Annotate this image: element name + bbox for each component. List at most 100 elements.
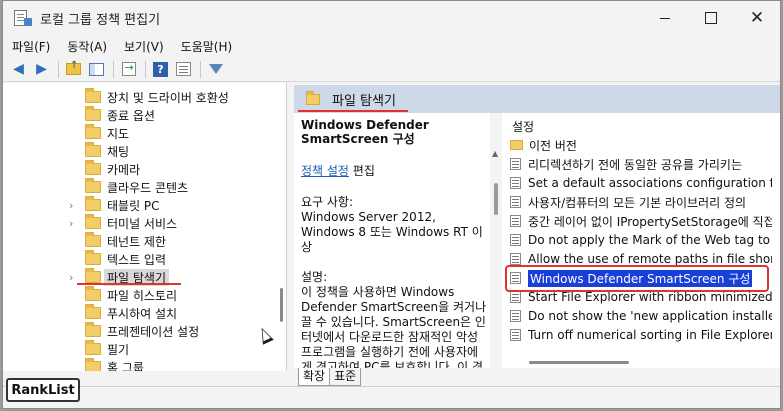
folder-icon bbox=[85, 124, 101, 139]
up-folder-icon bbox=[66, 60, 81, 75]
tree-item-label: 태블릿 PC bbox=[107, 198, 160, 213]
folder-icon bbox=[85, 322, 101, 337]
tree-item[interactable]: 클라우드 콘텐츠 bbox=[3, 178, 277, 196]
toolbar-separator bbox=[58, 60, 59, 78]
up-one-level-button[interactable] bbox=[64, 60, 83, 79]
export-list-button[interactable] bbox=[119, 60, 138, 79]
tree-item-label: 테넌트 제한 bbox=[107, 234, 167, 249]
folder-icon bbox=[85, 196, 101, 211]
show-hide-tree-button[interactable] bbox=[87, 60, 106, 79]
tab-extended[interactable]: 확장 bbox=[298, 368, 331, 386]
folder-icon bbox=[85, 142, 101, 157]
tree-item-label: 카메라 bbox=[107, 162, 141, 177]
folder-icon bbox=[85, 286, 101, 301]
filter-icon bbox=[208, 64, 223, 74]
folder-icon bbox=[510, 140, 523, 150]
help-button[interactable]: ? bbox=[151, 60, 170, 79]
settings-column-header[interactable]: 설정 bbox=[512, 118, 534, 135]
scroll-up-icon[interactable]: ▲ bbox=[492, 149, 498, 158]
tree-item[interactable]: 파일 히스토리 bbox=[3, 286, 277, 304]
scrollbar-thumb[interactable] bbox=[280, 288, 283, 322]
filter-button[interactable] bbox=[206, 60, 225, 79]
view-tabs: 확장 표준 bbox=[298, 368, 362, 386]
right-pane-title: 파일 탐색기 bbox=[332, 93, 396, 109]
policy-setting-icon bbox=[510, 158, 521, 170]
list-item[interactable]: 사용자/컴퓨터의 모든 기본 라이브러리 정의 bbox=[510, 193, 772, 211]
tree-item-label: 지도 bbox=[107, 126, 130, 141]
policy-setting-icon bbox=[510, 215, 521, 227]
properties-icon bbox=[176, 62, 191, 76]
tree-item[interactable]: › 태블릿 PC bbox=[3, 196, 277, 214]
folder-icon bbox=[85, 304, 101, 319]
chevron-right-icon[interactable]: › bbox=[69, 199, 73, 212]
back-arrow-icon: ◀ bbox=[13, 61, 24, 77]
tree-item-label: 채팅 bbox=[107, 144, 130, 159]
window-title: 로컬 그룹 정책 편집기 bbox=[40, 12, 161, 28]
menu-action[interactable]: 동작(A) bbox=[67, 38, 107, 55]
tree-item[interactable]: › 터미널 서비스 bbox=[3, 214, 277, 232]
tab-standard[interactable]: 표준 bbox=[329, 368, 362, 386]
chevron-right-icon[interactable]: › bbox=[69, 217, 73, 230]
title-bar[interactable]: 로컬 그룹 정책 편집기 ✕ bbox=[3, 1, 780, 35]
policy-setting-icon bbox=[510, 234, 521, 246]
group-policy-editor-icon bbox=[12, 10, 32, 26]
forward-button[interactable]: ▶ bbox=[32, 60, 51, 79]
tree-scrollbar[interactable] bbox=[277, 83, 286, 371]
policy-setting-icon bbox=[510, 329, 521, 341]
scrollbar-thumb[interactable] bbox=[494, 183, 498, 215]
help-icon: ? bbox=[153, 61, 168, 77]
close-button[interactable]: ✕ bbox=[734, 1, 780, 35]
edit-policy-link[interactable]: 정책 설정 bbox=[301, 164, 349, 178]
menu-bar: 파일(F) 동작(A) 보기(V) 도움말(H) bbox=[3, 35, 780, 57]
list-item[interactable]: Set a default associations configuration… bbox=[510, 174, 772, 192]
tree-item[interactable]: 테넌트 제한 bbox=[3, 232, 277, 250]
forward-arrow-icon: ▶ bbox=[36, 61, 47, 77]
tree-item[interactable]: 장치 및 드라이버 호환성 bbox=[3, 88, 277, 106]
requirements-label: 요구 사항: bbox=[301, 195, 354, 209]
tree-item-label: 푸시하여 설치 bbox=[107, 306, 178, 321]
description-block: 설명: 이 정책을 사용하면 Windows Defender SmartScr… bbox=[301, 270, 489, 368]
maximize-button[interactable] bbox=[688, 1, 734, 35]
back-button[interactable]: ◀ bbox=[9, 60, 28, 79]
settings-list-pane: 설정 이전 버전 리디렉션하기 전에 동일한 공유를 가리키는 Set a de… bbox=[502, 113, 780, 368]
tree-item-label: 클라우드 콘텐츠 bbox=[107, 180, 189, 195]
list-item-label: Start File Explorer with ribbon minimize… bbox=[528, 290, 772, 304]
tree-item[interactable]: 푸시하여 설치 bbox=[3, 304, 277, 322]
list-item[interactable]: 이전 버전 bbox=[510, 136, 772, 154]
folder-icon bbox=[85, 268, 101, 283]
requirements-text: Windows Server 2012, Windows 8 또는 Window… bbox=[301, 210, 483, 254]
window-controls: ✕ bbox=[642, 1, 780, 35]
minimize-button[interactable] bbox=[642, 1, 688, 35]
tree-item-label: 필기 bbox=[107, 342, 130, 357]
edit-suffix: 편집 bbox=[348, 164, 375, 178]
tree-item[interactable]: 홈 그룹 bbox=[3, 358, 277, 371]
menu-view[interactable]: 보기(V) bbox=[124, 38, 164, 55]
tree-item[interactable]: 채팅 bbox=[3, 142, 277, 160]
tree-item[interactable]: 지도 bbox=[3, 124, 277, 142]
description-pane: Windows Defender SmartScreen 구성 정책 설정 편집… bbox=[294, 113, 502, 368]
list-horizontal-scrollbar[interactable] bbox=[509, 358, 779, 366]
tree-item-label: 터미널 서비스 bbox=[107, 216, 178, 231]
tree-item[interactable]: 텍스트 입력 bbox=[3, 250, 277, 268]
tree-pane[interactable]: 장치 및 드라이버 호환성 종료 옵션 지도 채팅 카메라 클라우드 콘텐츠 ›… bbox=[3, 83, 287, 371]
description-scrollbar[interactable]: ▲ bbox=[490, 113, 502, 368]
list-item[interactable]: Do not apply the Mark of the Web tag to … bbox=[510, 231, 772, 249]
tree-item[interactable]: 카메라 bbox=[3, 160, 277, 178]
ranklist-label: RankList bbox=[6, 378, 80, 402]
folder-icon bbox=[85, 178, 101, 193]
chevron-right-icon[interactable]: › bbox=[69, 271, 73, 284]
folder-icon bbox=[85, 358, 101, 371]
tree-item[interactable]: 프레젠테이션 설정 bbox=[3, 322, 277, 340]
list-item[interactable]: 리디렉션하기 전에 동일한 공유를 가리키는 bbox=[510, 155, 772, 173]
menu-help[interactable]: 도움말(H) bbox=[181, 38, 233, 55]
tree-item[interactable]: 필기 bbox=[3, 340, 277, 358]
properties-button[interactable] bbox=[174, 60, 193, 79]
list-item[interactable]: Do not show the 'new application install… bbox=[510, 307, 772, 325]
list-item[interactable]: 중간 레이어 없이 IPropertySetStorage에 직접 bbox=[510, 212, 772, 230]
tree-item-label: 텍스트 입력 bbox=[107, 252, 167, 267]
tree-item[interactable]: 종료 옵션 bbox=[3, 106, 277, 124]
scrollbar-thumb[interactable] bbox=[529, 361, 629, 364]
list-item[interactable]: Turn off numerical sorting in File Explo… bbox=[510, 326, 772, 344]
menu-file[interactable]: 파일(F) bbox=[12, 38, 50, 55]
list-item-label: Turn off numerical sorting in File Explo… bbox=[528, 328, 772, 342]
